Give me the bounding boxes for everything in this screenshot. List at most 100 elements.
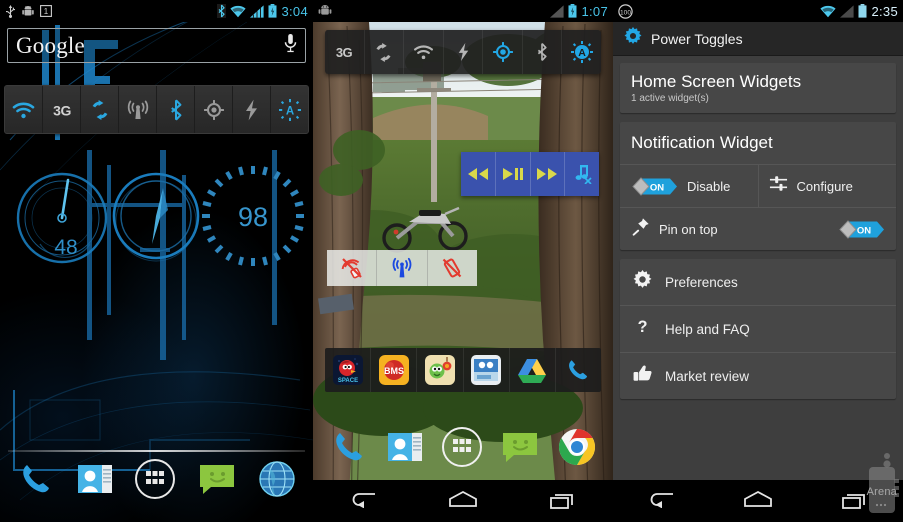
homescreen-content: Google 3G A 48 98 [0, 28, 313, 298]
navigation-bar-panel2 [313, 480, 613, 522]
back-button[interactable] [350, 490, 376, 513]
app-shortcut-phone[interactable] [556, 348, 601, 392]
microphone-icon[interactable] [284, 33, 297, 58]
dock-item-messaging[interactable] [500, 429, 540, 470]
toggle-sync[interactable] [365, 30, 405, 74]
toggle-mobile-data[interactable] [119, 86, 157, 133]
label-disable: Disable [687, 178, 731, 194]
toggle-flashlight[interactable] [233, 86, 271, 133]
dock-item-contacts[interactable] [76, 461, 114, 502]
cut-the-rope-icon [424, 355, 455, 385]
signal-icon [550, 4, 565, 18]
sync-icon [376, 42, 391, 62]
dashboard-gauges-widget[interactable]: 48 98 [0, 148, 313, 298]
battery-icon [568, 4, 577, 18]
phone-icon [569, 360, 588, 380]
status-right-icons: 2:35 [820, 4, 898, 19]
rewind-icon [467, 168, 488, 180]
back-icon [352, 492, 375, 508]
status-right-icons: 3:04 [217, 4, 308, 19]
menu-item-help-and-faq[interactable]: ? Help and FAQ [620, 306, 896, 353]
toggle-flashlight[interactable] [444, 30, 484, 74]
media-mute-button[interactable] [565, 152, 599, 196]
media-controls-widget[interactable] [461, 152, 599, 196]
dock-item-phone[interactable] [329, 427, 369, 472]
lightning-icon [246, 99, 257, 120]
toggle-vibrate-off[interactable] [428, 250, 477, 286]
back-icon [650, 492, 673, 508]
sliders-icon [769, 174, 788, 198]
svg-text:A: A [285, 105, 293, 117]
usb-icon [6, 4, 15, 18]
section-title-home-widgets: Home Screen Widgets [631, 72, 802, 91]
antenna-icon [392, 257, 412, 278]
toggle-bluetooth[interactable] [523, 30, 563, 74]
toggle-gps[interactable] [483, 30, 523, 74]
toggle-switch-pin-on-top[interactable]: ON [837, 219, 885, 239]
android-icon [318, 5, 332, 15]
toggle-switch-disable[interactable]: ON [630, 176, 678, 196]
dock-panel1 [0, 444, 313, 522]
recents-button[interactable] [550, 489, 576, 514]
app-header: Power Toggles [613, 22, 903, 56]
toggle-gps[interactable] [195, 86, 233, 133]
status-right-icons: 1:07 [550, 4, 608, 19]
app-shortcuts-row[interactable]: SPACE BMS [325, 348, 601, 392]
screenshot-root: 1 3:04 Google 3G A 48 98 1:07 3G A SPACE… [0, 0, 903, 522]
app-shortcut-google-drive[interactable] [510, 348, 556, 392]
menu-item-preferences[interactable]: Preferences [620, 259, 896, 306]
svg-text:SPACE: SPACE [337, 378, 357, 384]
svg-text:98: 98 [238, 202, 268, 232]
quick-settings-mini-widget[interactable] [327, 250, 477, 286]
wifi-icon [820, 5, 837, 17]
svg-text:A: A [578, 47, 586, 59]
power-toggles-widget-panel2[interactable]: 3G A [325, 30, 601, 74]
app-shortcut-bms[interactable]: BMS [371, 348, 418, 392]
dock-item-phone[interactable] [16, 459, 56, 504]
signal-icon [250, 4, 265, 18]
section-subtitle-home-widgets: 1 active widget(s) [631, 93, 709, 104]
toggle-wifi[interactable] [5, 86, 43, 133]
app-shortcut-angry-birds-space[interactable]: SPACE [325, 348, 372, 392]
row-disable[interactable]: ON Disable [620, 165, 758, 207]
pushpin-icon [631, 217, 650, 241]
toggle-3g[interactable]: 3G [325, 30, 365, 74]
card-home-screen-widgets[interactable]: Home Screen Widgets 1 active widget(s) [620, 63, 896, 113]
toggle-3g[interactable]: 3G [43, 86, 81, 133]
toggle-sync[interactable] [81, 86, 119, 133]
dock-item-app-drawer[interactable] [441, 426, 483, 473]
app-shortcut-photo-app[interactable] [464, 348, 510, 392]
toggle-auto-brightness[interactable]: A [271, 86, 308, 133]
row-pin-on-top[interactable]: Pin on top ON [620, 207, 896, 250]
toggle-bluetooth[interactable] [157, 86, 195, 133]
media-play-pause-button[interactable] [495, 152, 531, 196]
home-button[interactable] [744, 490, 772, 513]
contacts-icon [388, 432, 423, 461]
media-previous-button[interactable] [461, 152, 496, 196]
status-bar-panel1: 1 3:04 [0, 0, 313, 22]
status-clock: 3:04 [281, 3, 308, 19]
globe-icon [259, 461, 295, 497]
home-button[interactable] [449, 490, 477, 513]
toggle-mobile-data[interactable] [377, 250, 428, 286]
recents-icon [550, 493, 574, 509]
toggle-ringer-off[interactable] [327, 250, 378, 286]
app-shortcut-cut-the-rope[interactable] [417, 348, 464, 392]
auto-brightness-icon: A [570, 41, 593, 63]
dock-item-app-drawer[interactable] [134, 458, 176, 505]
card-notification-widget: Notification Widget ON Disable Configure… [620, 122, 896, 250]
dock-item-browser[interactable] [257, 459, 297, 504]
dock-item-contacts[interactable] [386, 429, 424, 470]
row-configure[interactable]: Configure [757, 165, 897, 207]
dock-item-chrome[interactable] [557, 427, 597, 472]
dock-item-messaging[interactable] [197, 461, 237, 502]
settings-list: Home Screen Widgets 1 active widget(s) N… [613, 56, 903, 399]
row-disable-configure: ON Disable Configure [620, 164, 896, 207]
toggle-wifi[interactable] [404, 30, 444, 74]
media-next-button[interactable] [530, 152, 566, 196]
back-button[interactable] [648, 490, 674, 513]
google-search-widget[interactable]: Google [7, 28, 306, 63]
power-toggles-widget-panel1[interactable]: 3G A [4, 85, 309, 134]
toggle-auto-brightness[interactable]: A [562, 30, 601, 74]
menu-item-market-review[interactable]: Market review [620, 353, 896, 399]
